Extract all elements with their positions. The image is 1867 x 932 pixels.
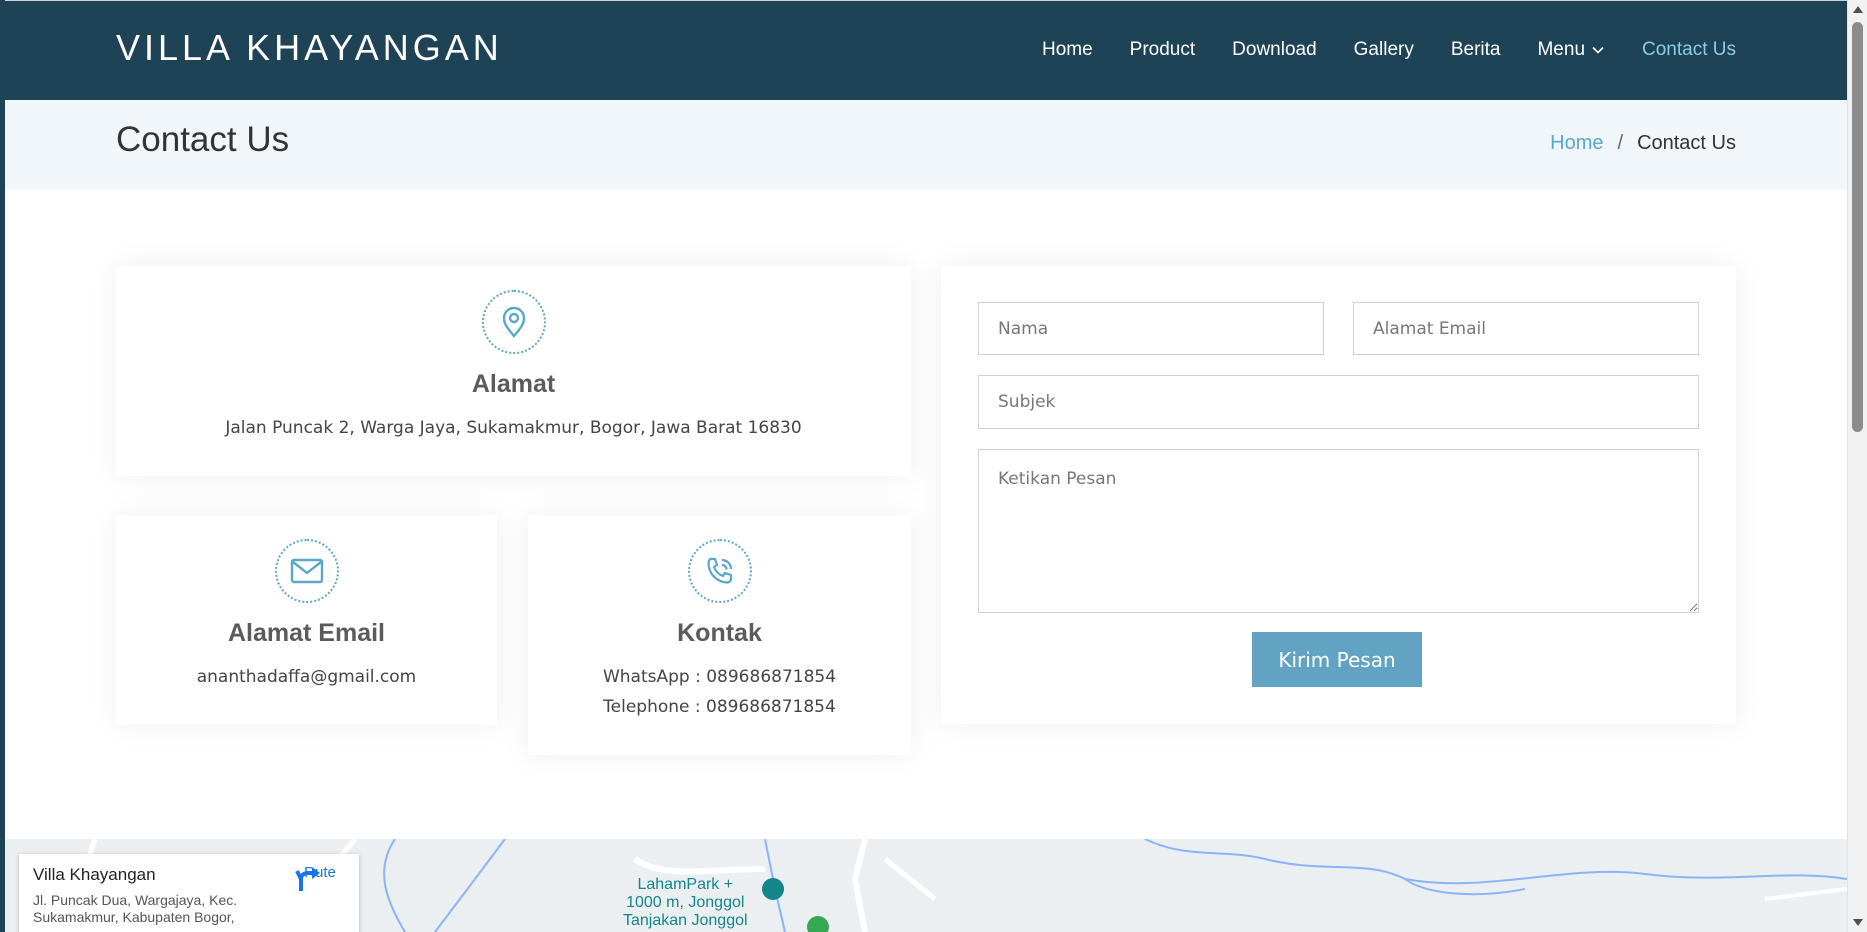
map-poi-label: LahamPark + 1000 m, Jonggol Tanjakan Jon… <box>623 876 748 930</box>
map-place-name[interactable]: Villa Khayangan <box>33 865 156 885</box>
address-text: Jalan Puncak 2, Warga Jaya, Sukamakmur, … <box>225 418 802 438</box>
scroll-up-arrow-icon[interactable] <box>1853 6 1863 13</box>
nav-gallery[interactable]: Gallery <box>1354 39 1414 61</box>
name-input[interactable] <box>978 302 1324 355</box>
breadcrumb-current: Contact Us <box>1637 132 1736 154</box>
email-card: Alamat Email ananthadaffa@gmail.com <box>116 515 497 725</box>
whatsapp-number[interactable]: WhatsApp : 089686871854 <box>528 662 911 692</box>
map-pin-icon <box>502 306 525 338</box>
map-poi-distance: 1000 m, Jonggol <box>626 894 745 911</box>
breadcrumb-separator: / <box>1617 132 1624 154</box>
envelope-icon <box>290 558 323 584</box>
contact-icon-ring <box>687 539 752 603</box>
email-address[interactable]: ananthadaffa@gmail.com <box>116 662 497 692</box>
contact-form: Kirim Pesan <box>941 266 1736 724</box>
nav-menu-dropdown[interactable]: Menu <box>1537 39 1605 61</box>
nav-download[interactable]: Download <box>1232 39 1317 61</box>
nav-home[interactable]: Home <box>1042 39 1093 61</box>
phone-icon <box>706 557 732 584</box>
message-textarea[interactable] <box>978 449 1699 613</box>
scroll-thumb[interactable] <box>1852 22 1863 432</box>
map-poi-2: Tanjakan Jonggol <box>623 912 748 929</box>
nav-product[interactable]: Product <box>1130 39 1195 61</box>
route-button[interactable]: Rute <box>295 864 345 891</box>
nav-contact-us[interactable]: Contact Us <box>1642 39 1736 61</box>
breadcrumb-bar: Contact Us Home / Contact Us <box>5 100 1847 190</box>
email-input[interactable] <box>1353 302 1699 355</box>
map-embed[interactable]: LahamPark + 1000 m, Jonggol Tanjakan Jon… <box>5 839 1847 932</box>
email-title: Alamat Email <box>227 619 385 647</box>
address-title: Alamat <box>471 370 556 398</box>
main-nav: Home Product Download Gallery Berita Men… <box>1005 39 1736 61</box>
nav-menu-label: Menu <box>1537 39 1586 60</box>
contact-card: Kontak WhatsApp : 089686871854 Telephone… <box>528 515 911 755</box>
nav-berita[interactable]: Berita <box>1451 39 1501 61</box>
site-header: VILLA KHAYANGAN Home Product Download Ga… <box>5 0 1847 100</box>
scroll-down-arrow-icon[interactable] <box>1853 919 1863 926</box>
contact-title: Kontak <box>677 619 762 647</box>
breadcrumb-home-link[interactable]: Home <box>1550 132 1603 155</box>
map-poi-name: LahamPark + <box>637 876 734 893</box>
address-card: Alamat Jalan Puncak 2, Warga Jaya, Sukam… <box>116 266 911 476</box>
email-icon-ring <box>274 539 339 603</box>
breadcrumb: Home / Contact Us <box>1550 132 1736 155</box>
site-logo[interactable]: VILLA KHAYANGAN <box>116 27 503 69</box>
address-icon-ring <box>481 290 546 354</box>
page-scrollbar[interactable] <box>1847 0 1867 932</box>
telephone-number[interactable]: Telephone : 089686871854 <box>528 692 911 722</box>
send-message-button[interactable]: Kirim Pesan <box>1252 632 1422 687</box>
page: VILLA KHAYANGAN Home Product Download Ga… <box>0 0 1867 932</box>
map-place-address: Jl. Puncak Dua, Wargajaya, Kec. Sukamakm… <box>33 892 238 925</box>
chevron-down-icon <box>1592 46 1604 54</box>
subject-input[interactable] <box>978 375 1699 429</box>
map-place-card: Villa Khayangan Jl. Puncak Dua, Wargajay… <box>19 854 359 932</box>
page-title: Contact Us <box>116 120 290 159</box>
directions-icon <box>295 867 320 891</box>
